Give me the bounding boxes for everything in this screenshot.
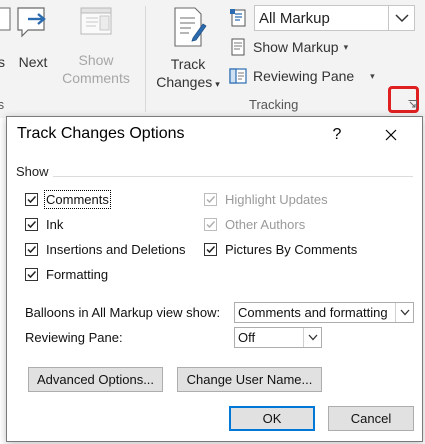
track-changes-icon: [174, 7, 207, 47]
checkmark-icon: [27, 220, 37, 228]
balloons-select-dropdown[interactable]: [395, 303, 413, 322]
other-authors-checkbox-label: Other Authors: [225, 216, 306, 232]
checkmark-icon: [206, 195, 216, 203]
highlight-updates-checkbox[interactable]: Highlight Updates: [204, 190, 328, 208]
reviewing-pane-select[interactable]: Off: [234, 327, 322, 348]
show-comments-icon: [80, 7, 112, 35]
comments-checkbox-box[interactable]: [25, 192, 38, 206]
comments-group-label: ts: [0, 97, 5, 112]
show-comments-label-line2: Comments: [62, 70, 130, 86]
display-for-review-dropdown[interactable]: [388, 6, 414, 30]
change-user-name-button[interactable]: Change User Name...: [177, 367, 322, 392]
reviewing-pane-select-label: Reviewing Pane:: [25, 330, 123, 345]
display-for-review-value-box[interactable]: All Markup: [254, 5, 415, 31]
show-section-label: Show: [16, 164, 49, 179]
track-changes-options-dialog: Track Changes Options ? Show Comments In…: [6, 116, 423, 442]
track-changes-button[interactable]: Track Changes ▾: [152, 6, 224, 90]
formatting-checkbox-label: Formatting: [46, 266, 109, 282]
checkmark-icon: [27, 195, 37, 203]
group-separator: [145, 6, 146, 112]
comments-checkbox[interactable]: Comments: [25, 189, 111, 209]
show-comments-label-line1: Show: [78, 52, 114, 68]
reviewing-pane-label: Reviewing Pane: [253, 68, 355, 84]
insertions-deletions-checkbox-label: Insertions and Deletions: [46, 241, 186, 257]
track-changes-label-line2: Changes ▾: [152, 73, 224, 93]
highlight-updates-checkbox-box[interactable]: [204, 192, 217, 206]
show-markup-label: Show Markup: [253, 39, 339, 55]
formatting-checkbox-box[interactable]: [25, 267, 38, 281]
checkmark-icon: [206, 245, 216, 253]
reviewing-pane-button[interactable]: Reviewing Pane ▾: [228, 64, 375, 88]
close-button[interactable]: [379, 123, 403, 147]
chevron-down-icon: [394, 14, 409, 23]
ok-button[interactable]: OK: [229, 406, 315, 431]
show-comments-button[interactable]: Show Comments: [58, 4, 134, 88]
highlight-updates-checkbox-label: Highlight Updates: [225, 191, 328, 207]
reviewing-pane-select-dropdown[interactable]: [303, 328, 321, 347]
checkmark-icon: [206, 220, 216, 228]
help-button[interactable]: ?: [325, 123, 349, 147]
chevron-down-icon: ▾: [215, 79, 220, 89]
next-comment-icon: [17, 7, 46, 38]
previous-comment-label: s: [0, 54, 5, 70]
show-section-divider: [16, 176, 413, 177]
close-icon: [385, 129, 397, 141]
advanced-options-button[interactable]: Advanced Options...: [28, 367, 163, 392]
display-for-review-combo[interactable]: All Markup: [228, 5, 415, 31]
balloons-select[interactable]: Comments and formatting: [234, 302, 414, 323]
cancel-button[interactable]: Cancel: [328, 406, 414, 431]
balloons-label: Balloons in All Markup view show:: [25, 305, 221, 320]
ink-checkbox-box[interactable]: [25, 217, 38, 231]
chevron-down-icon: ▾: [370, 70, 375, 81]
chevron-down-icon: [400, 309, 409, 316]
previous-comment-button[interactable]: s: [0, 4, 12, 74]
chevron-down-icon: ▾: [343, 41, 349, 52]
dialog-title: Track Changes Options: [17, 125, 185, 142]
ribbon-review-tab: s Next Show Comments ts Track Changes▾: [0, 0, 425, 118]
next-comment-label: Next: [18, 54, 48, 70]
balloons-select-value: Comments and formatting: [238, 305, 388, 320]
formatting-checkbox[interactable]: Formatting: [25, 265, 108, 283]
pictures-by-comments-checkbox[interactable]: Pictures By Comments: [204, 240, 357, 258]
ink-checkbox[interactable]: Ink: [25, 215, 63, 233]
previous-comment-icon: [0, 7, 11, 31]
show-markup-button[interactable]: Show Markup ▾: [228, 35, 348, 59]
other-authors-checkbox-box[interactable]: [204, 217, 217, 231]
track-changes-text: Changes: [156, 74, 213, 90]
checkmark-icon: [27, 245, 37, 253]
reviewing-pane-icon: [228, 66, 248, 86]
display-for-review-icon: [228, 7, 250, 29]
tracking-group-label: Tracking: [249, 97, 299, 112]
reviewing-pane-select-value: Off: [238, 330, 256, 345]
other-authors-checkbox[interactable]: Other Authors: [204, 215, 305, 233]
track-changes-label-line1: Track: [170, 56, 206, 72]
insertions-deletions-checkbox-box[interactable]: [25, 242, 38, 256]
checkmark-icon: [27, 270, 37, 278]
chevron-down-icon: [308, 334, 317, 341]
dialog-launcher-icon[interactable]: [408, 100, 417, 109]
comments-checkbox-label: Comments: [44, 189, 111, 209]
show-markup-icon: [228, 37, 248, 57]
pictures-by-comments-checkbox-box[interactable]: [204, 242, 217, 256]
next-comment-button[interactable]: Next: [14, 4, 52, 74]
ink-checkbox-label: Ink: [46, 216, 64, 232]
display-for-review-value: All Markup: [259, 9, 330, 27]
insertions-deletions-checkbox[interactable]: Insertions and Deletions: [25, 240, 185, 258]
pictures-by-comments-checkbox-label: Pictures By Comments: [225, 241, 358, 257]
